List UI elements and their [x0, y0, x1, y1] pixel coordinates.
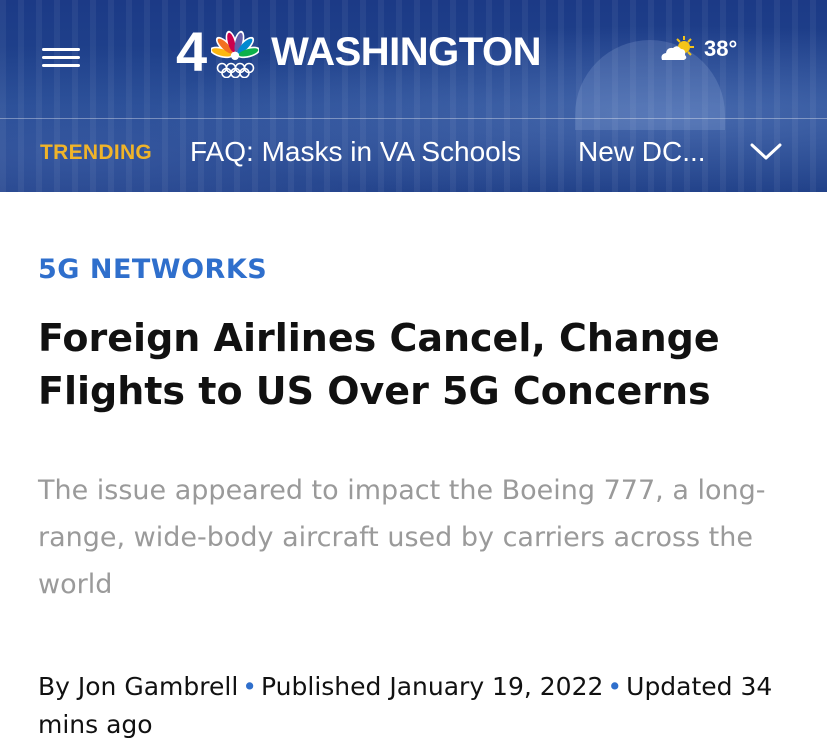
partly-sunny-icon [661, 36, 694, 60]
byline-published: Published January 19, 2022 [261, 672, 604, 701]
header-top-row: 4 WASHINGTON 38° [0, 0, 827, 118]
separator-dot: • [607, 672, 623, 701]
logo-wordmark: WASHINGTON [271, 29, 541, 74]
peacock-icon [211, 30, 260, 78]
weather-widget[interactable]: 38° [658, 34, 737, 64]
temperature: 38° [704, 36, 738, 61]
trending-link[interactable]: New DC... [578, 136, 706, 168]
article-byline: By Jon Gambrell • Published January 19, 20… [38, 668, 798, 744]
logo-channel-number: 4 [176, 20, 208, 83]
article-headline: Foreign Airlines Cancel, Change Flights … [38, 316, 720, 413]
separator-dot: • [242, 672, 258, 701]
trending-bar: TRENDING FAQ: Masks in VA Schools New DC… [0, 119, 827, 192]
site-logo[interactable]: 4 WASHINGTON [176, 24, 541, 80]
article-summary: The issue appeared to impact the Boeing … [38, 475, 766, 600]
byline-author[interactable]: By Jon Gambrell [38, 672, 238, 701]
article-category-link[interactable]: 5G NETWORKS [38, 254, 267, 285]
trending-link[interactable]: FAQ: Masks in VA Schools [190, 136, 521, 168]
chevron-down-icon[interactable] [750, 139, 782, 163]
site-header: 4 WASHINGTON 38° TRENDING FAQ: Masks in … [0, 0, 827, 192]
hamburger-menu-icon[interactable] [42, 44, 80, 70]
article-content: 5G NETWORKS Foreign Airlines Cancel, Cha… [0, 192, 827, 746]
trending-label: TRENDING [40, 141, 153, 164]
